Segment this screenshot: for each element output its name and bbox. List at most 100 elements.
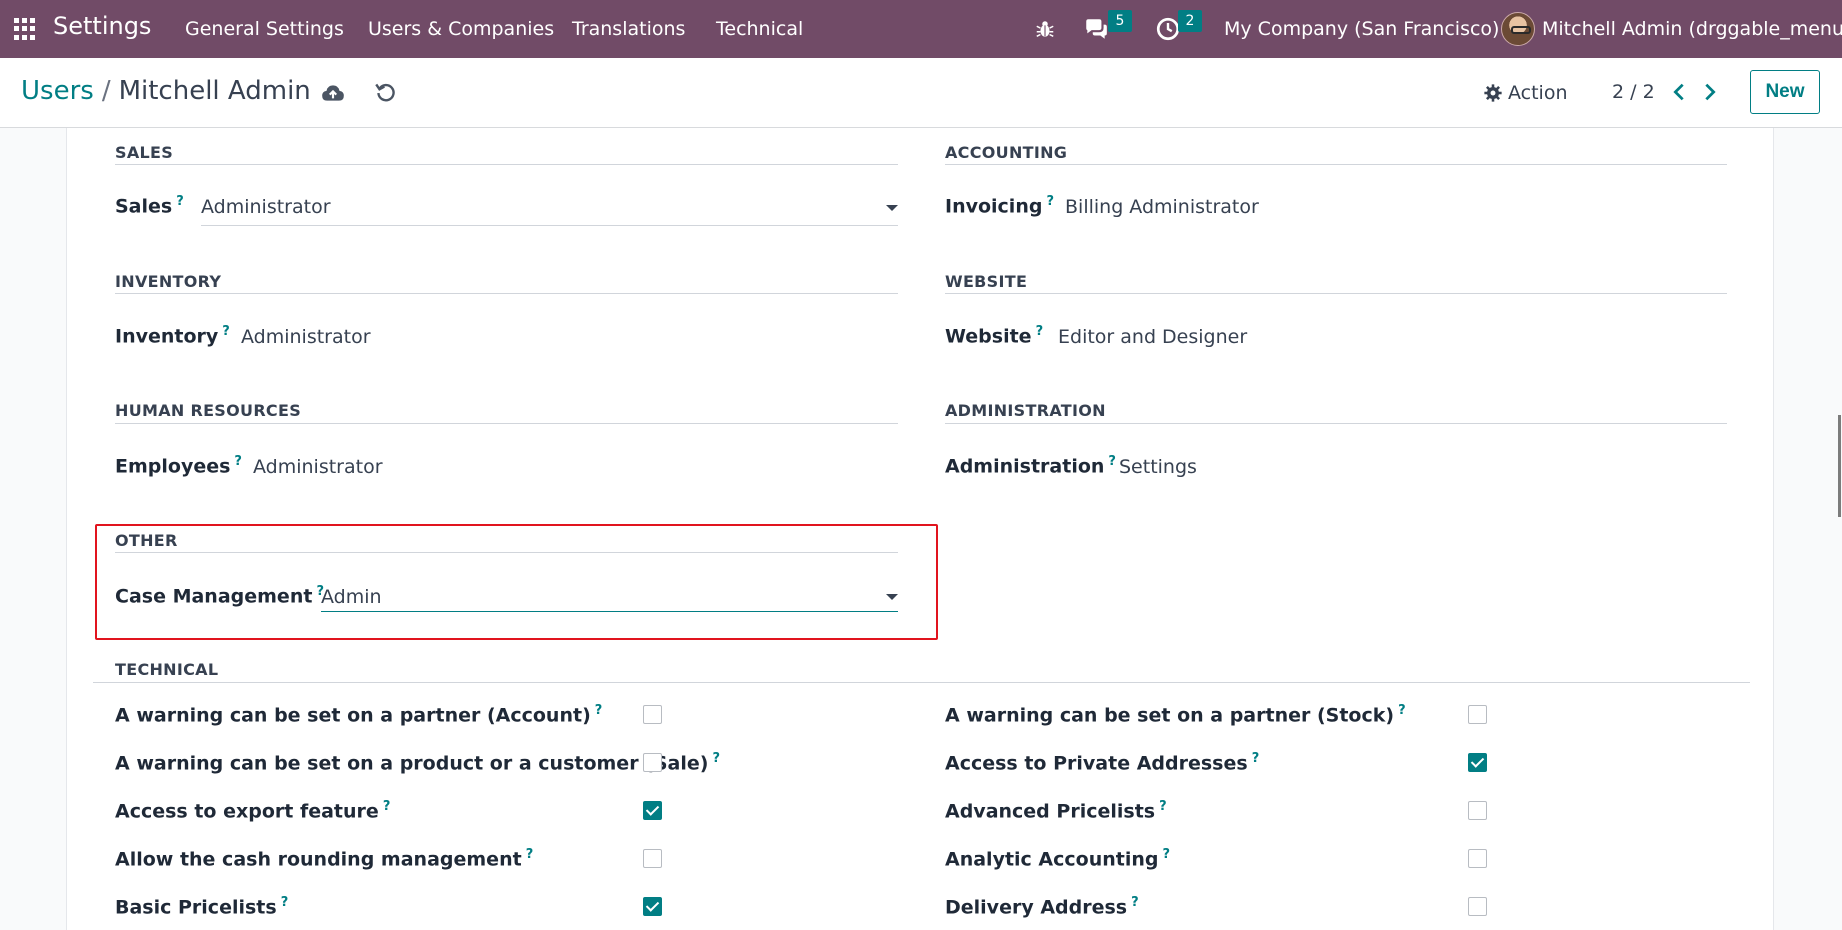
breadcrumb: Users / Mitchell Admin: [21, 76, 311, 106]
group-title-administration: ADMINISTRATION: [945, 401, 1106, 420]
help-tooltip-icon[interactable]: ?: [234, 454, 242, 469]
tech-label: A warning can be set on a partner (Stock…: [945, 703, 1406, 727]
tech-label: A warning can be set on a partner (Accou…: [115, 703, 603, 727]
tech-label: Access to export feature?: [115, 799, 391, 823]
field-label-case-management: Case Management?: [115, 584, 324, 608]
help-tooltip-icon[interactable]: ?: [1108, 454, 1116, 469]
group-divider: [945, 423, 1727, 424]
technical-checkbox[interactable]: [643, 753, 662, 772]
case-management-select-underline: [321, 611, 898, 612]
field-label-website: Website?: [945, 324, 1044, 348]
group-title-human-resources: HUMAN RESOURCES: [115, 401, 302, 420]
tech-label: Access to Private Addresses?: [945, 751, 1260, 775]
group-divider: [945, 164, 1727, 165]
group-title-other: OTHER: [115, 531, 178, 550]
technical-checkbox[interactable]: [1468, 705, 1487, 724]
tech-label: Delivery Address?: [945, 895, 1139, 919]
activities-count-badge: 2: [1178, 10, 1202, 32]
caret-down-icon[interactable]: [886, 205, 898, 211]
sales-select[interactable]: Administrator: [201, 196, 331, 218]
help-tooltip-icon[interactable]: ?: [1162, 847, 1170, 862]
sales-select-underline: [201, 225, 898, 226]
tech-label: Allow the cash rounding management?: [115, 847, 534, 871]
help-tooltip-icon[interactable]: ?: [1252, 751, 1260, 766]
administration-value[interactable]: Settings: [1119, 456, 1197, 478]
breadcrumb-separator: /: [101, 76, 111, 106]
discard-undo-icon[interactable]: [373, 79, 399, 105]
technical-checkbox[interactable]: [643, 897, 662, 916]
chevron-right-icon[interactable]: [1699, 80, 1721, 104]
highlight-annotation-box: [95, 524, 938, 640]
breadcrumb-current-record: Mitchell Admin: [118, 76, 311, 106]
group-title-inventory: INVENTORY: [115, 272, 222, 291]
menu-translations[interactable]: Translations: [572, 18, 685, 40]
pager-value[interactable]: 2 / 2: [1612, 81, 1655, 103]
technical-checkbox[interactable]: [643, 801, 662, 820]
tech-label: A warning can be set on a product or a c…: [115, 751, 720, 775]
help-tooltip-icon[interactable]: ?: [1036, 324, 1044, 339]
group-divider: [945, 293, 1727, 294]
help-tooltip-icon[interactable]: ?: [595, 703, 603, 718]
group-title-website: WEBSITE: [945, 272, 1028, 291]
group-title-sales: SALES: [115, 143, 174, 162]
group-divider: [93, 682, 1750, 683]
help-tooltip-icon[interactable]: ?: [1159, 799, 1167, 814]
save-cloud-upload-icon[interactable]: [320, 80, 346, 106]
group-divider: [115, 293, 898, 294]
case-management-select[interactable]: Admin: [321, 586, 382, 608]
technical-checkbox[interactable]: [1468, 849, 1487, 868]
tech-label: Advanced Pricelists?: [945, 799, 1167, 823]
messages-chat-icon[interactable]: [1083, 16, 1109, 42]
field-label-sales: Sales?: [115, 194, 184, 218]
technical-checkbox[interactable]: [1468, 801, 1487, 820]
help-tooltip-icon[interactable]: ?: [281, 895, 289, 910]
debug-bug-icon[interactable]: [1034, 16, 1056, 42]
help-tooltip-icon[interactable]: ?: [1131, 895, 1139, 910]
field-label-inventory: Inventory?: [115, 324, 230, 348]
technical-checkbox[interactable]: [643, 705, 662, 724]
help-tooltip-icon[interactable]: ?: [712, 751, 720, 766]
group-divider: [115, 164, 898, 165]
scrollbar-thumb[interactable]: [1838, 415, 1841, 517]
inventory-value[interactable]: Administrator: [241, 326, 371, 348]
menu-users-companies[interactable]: Users & Companies: [368, 18, 554, 40]
help-tooltip-icon[interactable]: ?: [383, 799, 391, 814]
help-tooltip-icon[interactable]: ?: [1046, 194, 1054, 209]
technical-checkbox[interactable]: [643, 849, 662, 868]
website-value[interactable]: Editor and Designer: [1058, 326, 1247, 348]
user-menu[interactable]: Mitchell Admin (drggable_menu): [1542, 18, 1842, 40]
field-label-invoicing: Invoicing?: [945, 194, 1054, 218]
technical-checkbox[interactable]: [1468, 753, 1487, 772]
group-title-accounting: ACCOUNTING: [945, 143, 1068, 162]
invoicing-value[interactable]: Billing Administrator: [1065, 196, 1259, 218]
breadcrumb-users-link[interactable]: Users: [21, 76, 94, 106]
technical-checkbox[interactable]: [1468, 897, 1487, 916]
field-label-employees: Employees?: [115, 454, 242, 478]
field-label-administration: Administration?: [945, 454, 1116, 478]
action-menu-button[interactable]: Action: [1484, 78, 1568, 108]
top-navbar: Settings General Settings Users & Compan…: [0, 0, 1842, 58]
control-panel: Users / Mitchell Admin Action 2 / 2 New: [0, 58, 1842, 128]
caret-down-icon[interactable]: [886, 594, 898, 600]
help-tooltip-icon[interactable]: ?: [222, 324, 230, 339]
new-record-button[interactable]: New: [1750, 70, 1820, 114]
tech-label: Basic Pricelists?: [115, 895, 289, 919]
gear-icon: [1484, 84, 1502, 102]
tech-label: Analytic Accounting?: [945, 847, 1171, 871]
help-tooltip-icon[interactable]: ?: [526, 847, 534, 862]
menu-technical[interactable]: Technical: [716, 18, 803, 40]
menu-general-settings[interactable]: General Settings: [185, 18, 344, 40]
company-switcher[interactable]: My Company (San Francisco): [1224, 18, 1499, 40]
app-title[interactable]: Settings: [53, 12, 151, 40]
chevron-left-icon[interactable]: [1668, 80, 1690, 104]
action-label: Action: [1508, 82, 1568, 104]
employees-value[interactable]: Administrator: [253, 456, 383, 478]
group-title-technical: TECHNICAL: [115, 660, 219, 679]
user-avatar[interactable]: [1501, 12, 1535, 46]
group-divider: [115, 552, 898, 553]
help-tooltip-icon[interactable]: ?: [1398, 703, 1406, 718]
apps-menu-icon[interactable]: [14, 18, 36, 40]
group-divider: [115, 423, 898, 424]
messages-count-badge: 5: [1108, 10, 1132, 32]
help-tooltip-icon[interactable]: ?: [176, 194, 184, 209]
